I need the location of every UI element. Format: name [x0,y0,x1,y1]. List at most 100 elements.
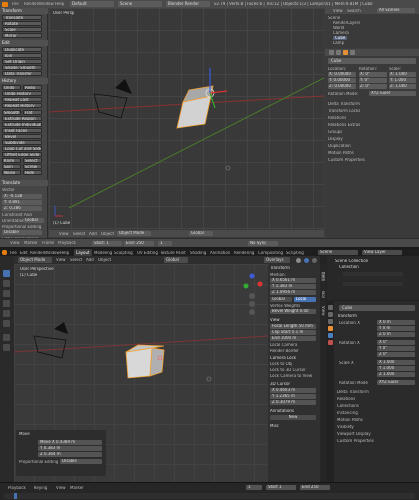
duplicate-button[interactable]: Duplicate [2,47,42,52]
n-lock-to-object[interactable]: Lock to Obj [270,362,292,366]
nav-gizmo-x-icon[interactable] [257,281,263,287]
vp2-menu-view[interactable]: View [56,258,66,262]
outliner-display-mode[interactable]: All Scenes [377,8,415,13]
select-box-tool-icon[interactable] [3,270,10,277]
scale-y-field[interactable]: Y: 1.000 [389,78,416,83]
prop-section-relations[interactable]: Relations [337,397,355,401]
scale-tool-icon[interactable] [3,310,10,317]
scene-tab-icon[interactable] [336,50,341,55]
timeline-frame-menu[interactable]: Frame [42,241,54,245]
move-proportional-select[interactable]: Disable [60,459,102,464]
vp-menu-object[interactable]: Object [101,232,114,236]
layout-selector[interactable]: Default [70,1,114,7]
location-y-field[interactable]: Y: 0.00000 [328,78,356,83]
repeat-last-button[interactable]: Repeat Last [2,97,42,102]
timeline2-current-frame[interactable]: 1 [246,485,262,490]
menu-help-2[interactable]: Help [60,251,69,255]
flat-button[interactable]: Flat [23,110,42,115]
n-annotations-new-button[interactable]: New [270,415,316,420]
vp2-menu-add[interactable]: Add [86,258,94,262]
prop-scale-y[interactable]: Y 1.000 [377,366,415,371]
vp-menu-view[interactable]: View [59,232,69,236]
n-tab-tool[interactable]: Tool [321,290,325,298]
rotation-x-field[interactable]: X: 0° [359,72,387,77]
scale-z-field[interactable]: Z: 1.000 [389,84,416,89]
n-vertex-x[interactable]: X 0.6561 m [270,278,316,283]
camera-view-icon[interactable] [249,309,255,315]
section-relations-extras[interactable]: Relations Extras [328,123,360,127]
menu-render-2[interactable]: Render [30,251,44,255]
join-button[interactable]: Join [2,53,42,58]
playhead[interactable] [14,493,17,499]
n-clip-end[interactable]: End 1000 m [270,336,316,341]
shade-smooth-button[interactable]: Shade: Smooth [2,65,42,70]
n-cursor-y[interactable]: Y 1.2365 m [270,394,316,399]
subdivide-button[interactable]: Subdivide [2,140,42,145]
zoom-icon[interactable] [249,293,255,299]
overlays-dropdown[interactable]: Overlays [264,257,290,263]
view-layer-selector[interactable]: View Layer [362,250,402,255]
rotation-mode-select[interactable]: XYZ Euler [369,91,416,96]
section-groups[interactable]: Groups [328,130,342,134]
outliner-item-camera[interactable]: Camera [333,31,349,35]
scene-selector-2[interactable]: Scene [318,250,358,255]
timeline-marker-menu[interactable]: Marker [24,241,38,245]
location-x-field[interactable]: X: 0.00000 [328,72,356,77]
workspace-tab-texture-paint[interactable]: Texture Paint [160,251,186,255]
timeline-scrubber[interactable] [4,493,415,499]
prop-section-viewport-display[interactable]: Viewport Display [337,432,371,436]
nav-gizmo-z-icon[interactable] [249,273,255,279]
prop-scale-z[interactable]: Z 1.000 [377,372,415,377]
n-camera-lock-header[interactable]: Camera Lock [270,356,296,360]
noise-button[interactable]: Noise [2,170,21,175]
object-tab-icon-2[interactable] [328,326,333,331]
move-panel-header[interactable]: Move [19,432,30,436]
outliner-row[interactable] [343,282,403,286]
n-misc-header[interactable]: Misc [270,424,279,428]
screw-button[interactable]: Screw [23,164,42,169]
timeline-view-menu[interactable]: View [10,241,20,245]
workspace-tab-layout[interactable]: Layout [74,249,92,256]
n-bevel-weight[interactable]: Bevel Weight 0.00 [270,309,316,314]
prop-section-delta-transform[interactable]: Delta Transform [337,390,369,394]
offset-edge-slide-button[interactable]: Offset Edge Slide [2,152,42,157]
workspace-tab-modeling[interactable]: Modeling [94,251,112,255]
rendered-shading-icon[interactable] [312,257,317,263]
prop-section-motion-paths[interactable]: Motion Paths [337,418,363,422]
vector-y-field[interactable]: Y: 0.891 [2,200,42,205]
transform-tool-icon[interactable] [3,320,10,327]
move-y-field[interactable]: Y 0.383 m [38,446,102,451]
vp-menu-select[interactable]: Select [73,232,85,236]
outliner-item-world[interactable]: World [333,26,344,30]
rotate-button[interactable]: Rotate [2,21,42,26]
extrude-individual-button[interactable]: Extrude Individual [2,122,42,127]
prop-location-z[interactable]: Z 0 m [377,332,415,337]
section-delta-transform[interactable]: Delta Transform [328,102,360,106]
object-name-field[interactable]: Cube [328,58,416,64]
viewport-3d[interactable]: User Persp (1) Cube [49,8,324,230]
select-button[interactable]: Select [23,158,42,163]
loop-cut-button[interactable]: Loop Cut and Slide [2,146,42,151]
move-x-field[interactable]: Move X 0.4389 m [38,440,102,445]
move-z-field[interactable]: Z 0.364 m [38,452,102,457]
n-render-border[interactable]: Render Border [270,349,299,353]
timeline2-start[interactable]: Start 1 [266,485,296,490]
output-tab-icon[interactable] [328,319,333,324]
modifier-tab-icon-2[interactable] [328,333,333,338]
outliner-item-cube[interactable]: Cube [333,36,348,40]
prop-rotation-mode-select[interactable]: XYZ Euler [377,380,415,385]
render-engine-selector[interactable]: Blender Render [166,1,210,7]
workspace-tab-animation[interactable]: Animation [210,251,230,255]
outliner-item-lamp[interactable]: Lamp [333,41,344,45]
menu-file[interactable]: File [12,2,19,6]
knife-button[interactable]: Knife [2,158,21,163]
prop-rotation-y[interactable]: Y 0° [377,346,415,351]
timeline2-marker[interactable]: Marker [70,486,84,490]
material-shading-icon[interactable] [304,257,309,263]
end-frame-field[interactable]: End: 250 [124,241,154,246]
prop-location-y[interactable]: Y 0 m [377,326,415,331]
section-duplication[interactable]: Duplication [328,144,351,148]
prop-section-instancing[interactable]: Instancing [337,411,358,415]
outliner-view-menu[interactable]: View [333,9,343,13]
orientation-select-2[interactable]: Global [164,257,188,263]
